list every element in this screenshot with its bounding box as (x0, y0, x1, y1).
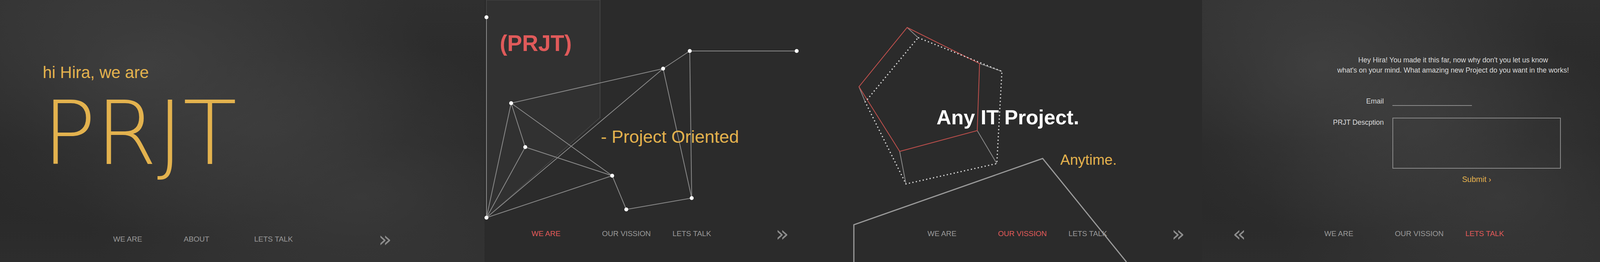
vision-headline: Any IT Project. (936, 105, 1080, 130)
page: hi Hira, we arePRJTWE AREABOUTLETS TALK»… (0, 0, 1600, 262)
logo: PRJT (42, 89, 237, 178)
about-content: (PRJT) - Project Oriented (484, 0, 881, 223)
nav-item[interactable]: WE ARE (113, 234, 184, 244)
contact-content: Hey Hira! You made it this far, now why … (1202, 0, 1600, 223)
vision-tagline: Anytime. (1060, 151, 1117, 169)
nav-item[interactable]: ABOUT (183, 234, 255, 244)
about-tagline: - Project Oriented (600, 126, 740, 148)
email-field[interactable] (1392, 95, 1472, 106)
nav-item[interactable]: LETS TALK (672, 229, 744, 238)
back-arrow-icon[interactable]: « (1232, 222, 1246, 245)
description-field[interactable] (1392, 117, 1561, 169)
nav-item[interactable]: OUR VISSION (1394, 229, 1466, 238)
intro-content: hi Hira, we are PRJT (0, 0, 485, 228)
about-panel: (PRJT) - Project Oriented WE AREOUR VISSIO… (484, 0, 881, 262)
field-label: Email (1266, 95, 1384, 106)
nav-item[interactable]: LETS TALK (1465, 229, 1536, 238)
vision-content: Any IT Project. Anytime. (880, 0, 1203, 223)
next-arrow-icon[interactable]: » (378, 227, 392, 250)
nav-item[interactable]: WE ARE (927, 229, 998, 238)
contact-message: Hey Hira! You made it this far, now why … (1308, 54, 1599, 76)
contact-form: Email PRJT Descption Submit › (1266, 95, 1561, 185)
nav-bar: « WE AREOUR VISSIONLETS TALK (1202, 222, 1600, 262)
nav-item[interactable]: LETS TALK (1068, 229, 1139, 238)
submit-button[interactable]: Submit › (1392, 173, 1561, 185)
nav-item[interactable]: OUR VISSION (997, 229, 1069, 238)
field-label: PRJT Descption (1266, 117, 1384, 127)
nav-bar: WE AREOUR VISSIONLETS TALK » (484, 222, 881, 262)
vision-panel: Any IT Project. Anytime. WE AREOUR VISSION… (880, 0, 1203, 262)
nav-item[interactable]: WE ARE (531, 229, 603, 238)
nav-item[interactable]: WE ARE (1324, 229, 1395, 238)
next-arrow-icon[interactable]: » (775, 222, 789, 245)
pentagon-diagram (880, 0, 1203, 262)
nav-bar: WE AREOUR VISSIONLETS TALK » (880, 222, 1203, 262)
about-title: (PRJT) (499, 30, 572, 57)
nav-item[interactable]: OUR VISSION (602, 229, 673, 238)
greeting: hi Hira, we are (42, 62, 149, 83)
nav-bar: WE AREABOUTLETS TALK » (0, 227, 485, 262)
intro-panel: hi Hira, we are PRJT WE AREABOUTLETS TALK » (0, 0, 485, 262)
nav-item[interactable]: LETS TALK (254, 234, 325, 244)
contact-panel: Hey Hira! You made it this far, now why … (1202, 0, 1600, 262)
next-arrow-icon[interactable]: » (1171, 222, 1185, 245)
